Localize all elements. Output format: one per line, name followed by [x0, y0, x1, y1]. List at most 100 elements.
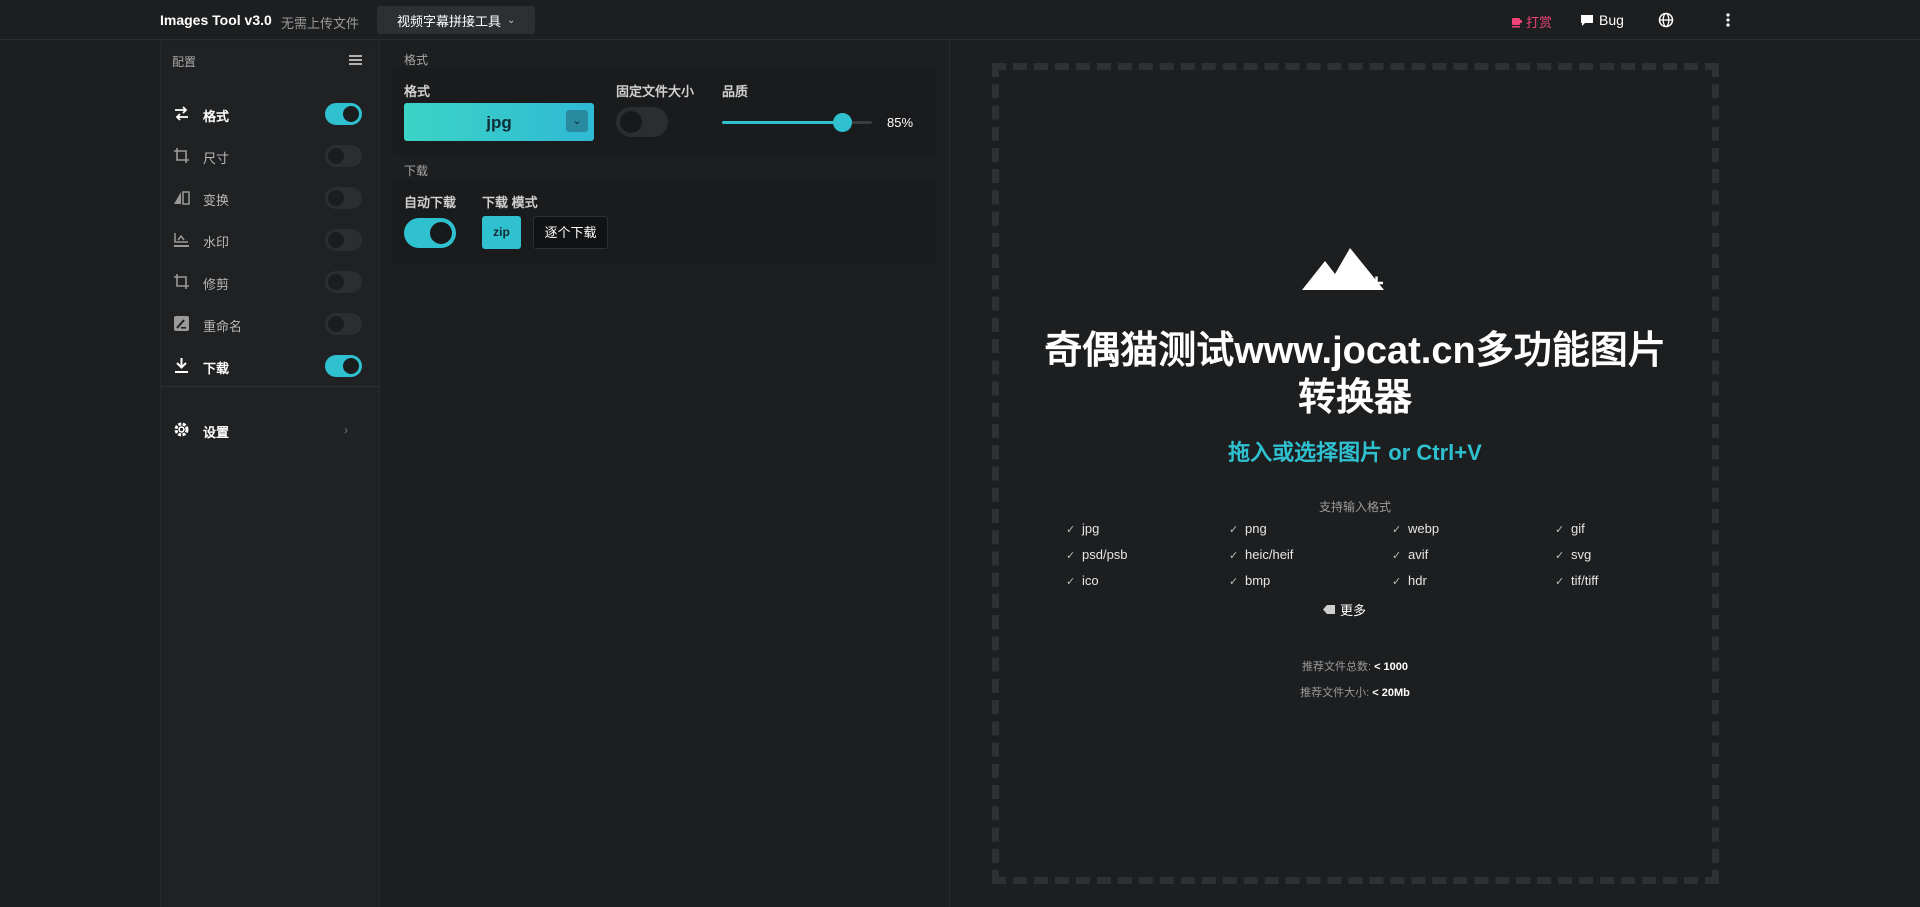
format-label: 格式	[404, 84, 431, 99]
sidebar-item-transform[interactable]: 变换	[161, 177, 379, 219]
top-bar: Images Tool v3.0 无需上传文件 视频字幕拼接工具 ⌄ 打赏 Bu…	[0, 0, 1920, 40]
sidebar-item-rename[interactable]: 重命名	[161, 303, 379, 345]
chat-icon	[1581, 14, 1593, 26]
check-icon: ✓	[1392, 550, 1402, 562]
format-item: ✓ hdr	[1392, 573, 1427, 588]
size-toggle[interactable]	[325, 145, 362, 167]
toggle-knob	[430, 222, 452, 244]
sidebar-item-label: 重命名	[203, 319, 243, 334]
menu-icon[interactable]	[349, 55, 362, 65]
download-icon	[175, 358, 188, 373]
swap-icon	[175, 106, 188, 121]
sidebar-item-label: 修剪	[203, 277, 230, 292]
sidebar-item-download[interactable]: 下载	[161, 345, 379, 387]
slider-fill	[722, 121, 843, 124]
image-drop-zone[interactable]	[992, 63, 1719, 884]
sidebar-item-settings[interactable]: 设置 ›	[161, 409, 379, 453]
gear-icon	[174, 422, 189, 437]
format-toggle[interactable]	[325, 103, 362, 125]
auto-download-toggle[interactable]	[404, 218, 456, 248]
transform-icon	[174, 191, 190, 205]
check-icon: ✓	[1066, 550, 1076, 562]
download-section-title: 下载	[404, 164, 429, 178]
tag-icon	[1323, 605, 1335, 614]
donate-link[interactable]: 打赏	[1511, 12, 1552, 31]
check-icon: ✓	[1392, 576, 1402, 588]
mountain-upload-icon	[1302, 248, 1384, 290]
toggle-knob	[328, 274, 344, 290]
quality-slider[interactable]	[722, 112, 872, 132]
auto-download-label: 自动下载	[404, 195, 457, 210]
sidebar-item-crop[interactable]: 修剪	[161, 261, 379, 303]
toggle-knob	[343, 358, 359, 374]
format-section-title: 格式	[404, 53, 429, 67]
drop-zone-subtitle: 拖入或选择图片 or Ctrl+V	[1228, 440, 1482, 465]
individual-download-button[interactable]: 逐个下载	[533, 216, 608, 249]
sidebar-item-label: 尺寸	[203, 151, 230, 166]
format-item: ✓ webp	[1392, 521, 1440, 536]
fixed-size-toggle[interactable]	[616, 107, 668, 137]
sidebar-heading: 配置	[172, 55, 197, 69]
check-icon: ✓	[1229, 550, 1239, 562]
recommended-count: 推荐文件总数: < 1000	[1030, 658, 1680, 674]
recommended-count-value: < 1000	[1374, 661, 1409, 673]
sidebar-item-label: 格式	[203, 109, 230, 124]
chevron-down-icon: ⌄	[566, 110, 588, 132]
quality-label: 品质	[722, 84, 749, 99]
bug-label: Bug	[1599, 12, 1624, 28]
rename-toggle[interactable]	[325, 313, 362, 335]
watermark-icon	[174, 233, 189, 247]
sidebar-item-label: 变换	[203, 193, 230, 208]
coffee-icon	[1512, 17, 1522, 27]
crop-toggle[interactable]	[325, 271, 362, 293]
format-item: ✓ avif	[1392, 547, 1429, 562]
recommended-size-value: < 20Mb	[1372, 687, 1410, 699]
check-icon: ✓	[1392, 524, 1402, 536]
slider-thumb[interactable]	[833, 113, 853, 132]
check-icon: ✓	[1229, 524, 1239, 536]
toggle-knob	[620, 111, 642, 133]
sidebar-item-label: 设置	[203, 425, 230, 440]
sidebar-item-watermark[interactable]: 水印	[161, 219, 379, 261]
watermark-toggle[interactable]	[325, 229, 362, 251]
recommended-size-label: 推荐文件大小:	[1300, 687, 1370, 699]
format-item: ✓ png	[1229, 521, 1267, 536]
rename-icon	[174, 316, 189, 331]
zip-mode-button[interactable]: zip	[482, 216, 521, 249]
donate-label: 打赏	[1526, 15, 1553, 30]
format-item: ✓ psd/psb	[1066, 547, 1128, 562]
app-subtitle: 无需上传文件	[281, 16, 360, 31]
sidebar-divider	[161, 386, 379, 387]
download-toggle[interactable]	[325, 355, 362, 377]
chevron-right-icon: ›	[344, 423, 348, 437]
sidebar-item-format[interactable]: 格式	[161, 93, 379, 135]
check-icon: ✓	[1066, 576, 1076, 588]
sidebar-item-size[interactable]: 尺寸	[161, 135, 379, 177]
format-select[interactable]: jpg ⌄	[404, 103, 594, 141]
format-item: ✓ gif	[1555, 521, 1585, 536]
check-icon: ✓	[1066, 524, 1076, 536]
globe-icon[interactable]	[1657, 11, 1675, 29]
check-icon: ✓	[1555, 550, 1565, 562]
download-mode-label: 下载 模式	[482, 195, 538, 210]
recommended-count-label: 推荐文件总数:	[1301, 661, 1372, 673]
transform-toggle[interactable]	[325, 187, 362, 209]
bug-report-link[interactable]: Bug	[1580, 12, 1624, 28]
tool-dropdown[interactable]: 视频字幕拼接工具 ⌄	[377, 6, 536, 34]
toggle-knob	[343, 106, 359, 122]
format-item: ✓ jpg	[1066, 521, 1100, 536]
more-options-icon[interactable]	[1720, 10, 1736, 30]
check-icon: ✓	[1229, 576, 1239, 588]
check-icon: ✓	[1555, 576, 1565, 588]
toggle-knob	[328, 148, 344, 164]
chevron-down-icon: ⌄	[507, 14, 516, 26]
format-item: ✓ bmp	[1229, 573, 1271, 588]
format-item: ✓ ico	[1066, 573, 1099, 588]
app-title: Images Tool v3.0	[160, 12, 272, 28]
more-formats-link[interactable]: 更多	[1323, 600, 1366, 619]
download-card	[392, 180, 937, 264]
config-panel	[380, 41, 950, 907]
format-item: ✓ heic/heif	[1229, 547, 1294, 562]
format-item: ✓ svg	[1555, 547, 1592, 562]
drop-zone-title: 奇偶猫测试www.jocat.cn多功能图片转换器	[1044, 330, 1666, 419]
